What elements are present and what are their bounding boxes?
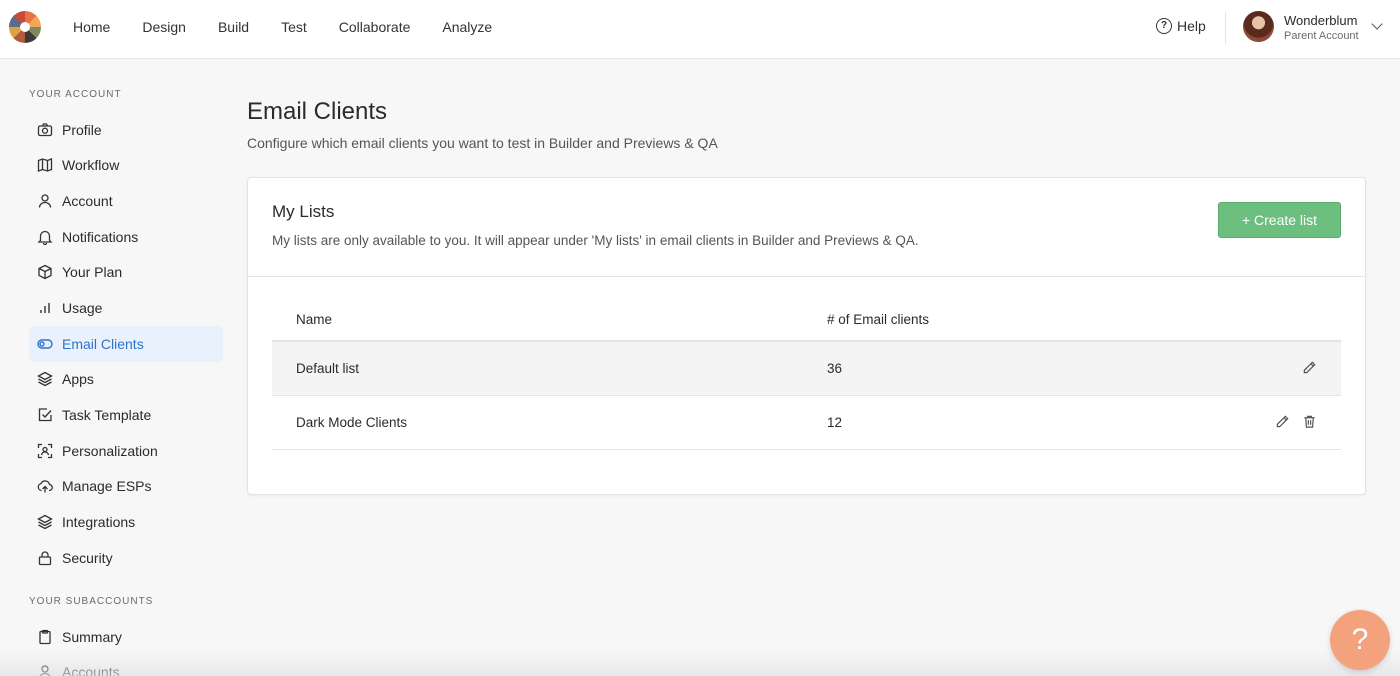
sidebar-item-label: Notifications <box>62 229 139 245</box>
sidebar-item-apps[interactable]: Apps <box>29 361 223 397</box>
sidebar-item-personalization[interactable]: Personalization <box>29 433 223 469</box>
sidebar-item-label: Manage ESPs <box>62 478 152 494</box>
help-button[interactable]: ? Help <box>1156 18 1206 34</box>
sidebar-item-label: Integrations <box>62 514 136 530</box>
layers-icon <box>37 514 53 530</box>
avatar[interactable] <box>1243 11 1274 42</box>
sidebar-item-workflow[interactable]: Workflow <box>29 147 223 183</box>
sidebar-item-label: Your Plan <box>62 264 123 280</box>
help-chat-button[interactable]: ? <box>1330 610 1390 670</box>
sidebar-item-notifications[interactable]: Notifications <box>29 219 223 255</box>
create-list-button[interactable]: + Create list <box>1218 202 1341 238</box>
sidebar-item-summary[interactable]: Summary <box>29 619 223 655</box>
email-lists-table: Name # of Email clients Default list 36 … <box>272 298 1341 450</box>
sidebar-item-label: Account <box>62 193 113 209</box>
sidebar-item-label: Profile <box>62 122 102 138</box>
sidebar-item-label: Email Clients <box>62 336 144 352</box>
row-name: Dark Mode Clients <box>296 415 408 430</box>
topbar-divider <box>1225 12 1226 44</box>
nav-collaborate[interactable]: Collaborate <box>323 0 427 54</box>
toggle-icon <box>37 336 53 352</box>
sidebar-item-label: Task Template <box>62 407 152 423</box>
sidebar-item-label: Workflow <box>62 157 120 173</box>
column-header-count[interactable]: # of Email clients <box>827 312 929 327</box>
nav-design[interactable]: Design <box>126 0 202 54</box>
camera-icon <box>37 122 53 138</box>
clipboard-icon <box>37 629 53 645</box>
app-logo-icon[interactable] <box>9 11 41 43</box>
chevron-down-icon[interactable] <box>1371 18 1383 30</box>
user-name[interactable]: Wonderblum <box>1284 13 1357 28</box>
card-title: My Lists <box>272 202 335 221</box>
row-name: Default list <box>296 361 360 376</box>
row-count: 36 <box>827 361 843 376</box>
top-navigation-bar: Home Design Build Test Collaborate Analy… <box>0 0 1400 59</box>
card-subtitle: My lists are only available to you. It w… <box>272 233 919 248</box>
sidebar-item-label: Usage <box>62 300 103 316</box>
sidebar-item-integrations[interactable]: Integrations <box>29 504 223 540</box>
my-lists-card: My Lists My lists are only available to … <box>247 177 1366 495</box>
user-icon <box>37 664 53 676</box>
table-header: Name # of Email clients <box>272 298 1341 342</box>
sidebar-item-your-plan[interactable]: Your Plan <box>29 254 223 290</box>
layers-icon <box>37 371 53 387</box>
sidebar-item-manage-esps[interactable]: Manage ESPs <box>29 468 223 504</box>
upload-cloud-icon <box>37 478 53 494</box>
map-icon <box>37 157 53 173</box>
sidebar-item-usage[interactable]: Usage <box>29 290 223 326</box>
sidebar-item-label: Apps <box>62 371 94 387</box>
sidebar-item-label: Accounts <box>62 664 120 676</box>
main-nav: Home Design Build Test Collaborate Analy… <box>57 0 508 54</box>
sidebar-item-profile[interactable]: Profile <box>29 112 223 148</box>
check-square-icon <box>37 407 53 423</box>
sidebar-item-task-template[interactable]: Task Template <box>29 397 223 433</box>
nav-test[interactable]: Test <box>265 0 323 54</box>
lock-icon <box>37 550 53 566</box>
page-title: Email Clients <box>247 98 388 125</box>
sidebar-item-label: Security <box>62 550 113 566</box>
sidebar-item-security[interactable]: Security <box>29 540 223 576</box>
sidebar-item-account[interactable]: Account <box>29 183 223 219</box>
user-account-type[interactable]: Parent Account <box>1284 30 1359 42</box>
sidebar-item-email-clients[interactable]: Email Clients <box>29 326 223 362</box>
nav-analyze[interactable]: Analyze <box>426 0 508 54</box>
table-row[interactable]: Dark Mode Clients 12 <box>272 396 1341 450</box>
sidebar-section-your-account: YOUR ACCOUNT <box>29 89 122 100</box>
bell-icon <box>37 229 53 245</box>
bar-chart-icon <box>37 300 53 316</box>
user-icon <box>37 193 53 209</box>
sidebar-item-accounts[interactable]: Accounts <box>29 654 223 676</box>
sidebar-section-your-subaccounts: YOUR SUBACCOUNTS <box>29 596 154 607</box>
row-count: 12 <box>827 415 843 430</box>
question-circle-icon: ? <box>1156 18 1172 34</box>
row-actions <box>1302 360 1317 378</box>
column-header-name[interactable]: Name <box>296 312 332 327</box>
table-row[interactable]: Default list 36 <box>272 342 1341 396</box>
sidebar-item-label: Summary <box>62 629 122 645</box>
sidebar-item-label: Personalization <box>62 443 158 459</box>
page-subtitle: Configure which email clients you want t… <box>247 135 718 151</box>
row-actions <box>1275 414 1317 432</box>
face-scan-icon <box>37 443 53 459</box>
card-divider <box>248 276 1365 277</box>
nav-home[interactable]: Home <box>57 0 126 54</box>
nav-build[interactable]: Build <box>202 0 265 54</box>
help-label: Help <box>1177 18 1206 34</box>
edit-pencil-icon[interactable] <box>1275 414 1290 432</box>
trash-icon[interactable] <box>1302 414 1317 432</box>
edit-pencil-icon[interactable] <box>1302 360 1317 378</box>
box-icon <box>37 264 53 280</box>
